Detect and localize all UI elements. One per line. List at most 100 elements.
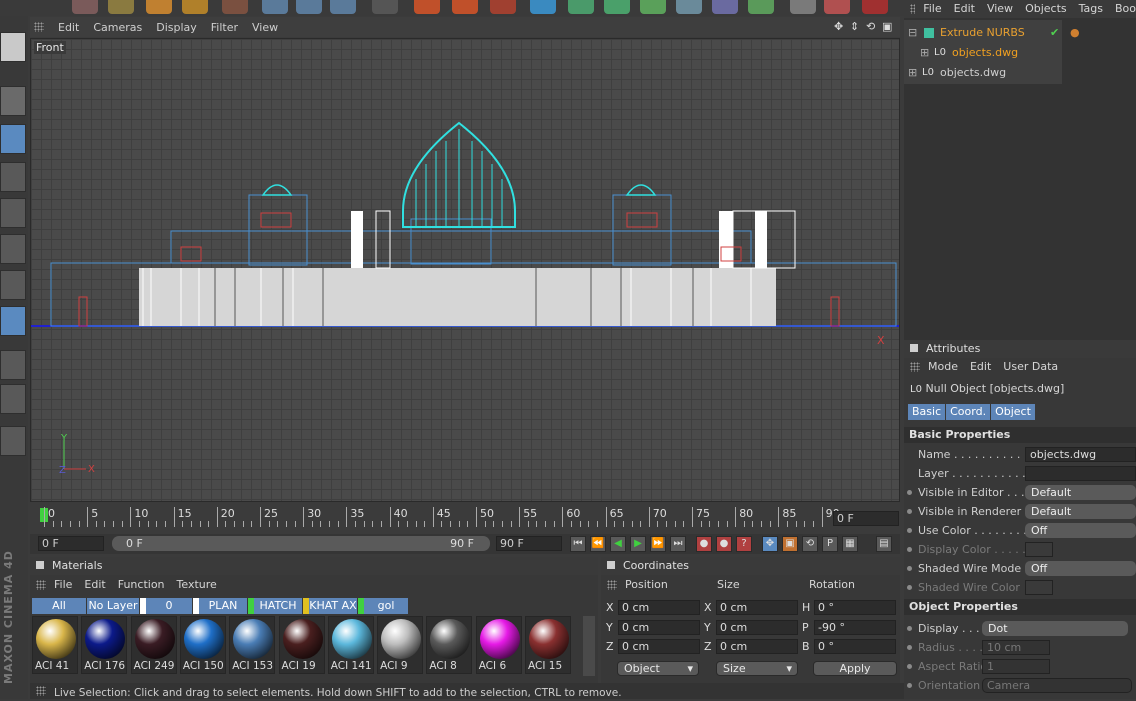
animate-dot-icon[interactable] <box>907 509 912 514</box>
coord-input[interactable]: 0 cm <box>618 600 700 615</box>
live-select-icon[interactable] <box>222 0 248 14</box>
materials-menu-edit[interactable]: Edit <box>84 575 105 595</box>
undo-tool-icon[interactable] <box>72 0 98 14</box>
texture-mode-icon[interactable] <box>0 86 26 116</box>
key-scale-icon[interactable]: ▣ <box>782 536 798 552</box>
animate-dot-icon[interactable] <box>907 490 912 495</box>
layout-icon[interactable] <box>862 0 888 14</box>
materials-menu-function[interactable]: Function <box>118 575 165 595</box>
timeline-window-icon[interactable]: ▤ <box>876 536 892 552</box>
animate-dot-icon[interactable] <box>907 664 912 669</box>
color-swatch[interactable] <box>1025 580 1053 595</box>
render-settings-icon[interactable] <box>490 0 516 14</box>
materials-menu-file[interactable]: File <box>54 575 72 595</box>
obj-menu-file[interactable]: File <box>923 0 941 18</box>
layer-tab-all[interactable]: All <box>32 598 86 614</box>
prop-value[interactable] <box>1025 466 1136 481</box>
tab-basic[interactable]: Basic <box>908 404 946 420</box>
tab-coord[interactable]: Coord. <box>946 404 991 420</box>
keyframe-help-icon[interactable]: ? <box>736 536 752 552</box>
menu-edit[interactable]: Edit <box>58 21 79 34</box>
attr-menu-mode[interactable]: Mode <box>928 358 958 376</box>
sculpt-icon[interactable] <box>0 426 26 456</box>
prop-value[interactable]: Off <box>1025 523 1136 538</box>
coord-input[interactable]: 0 cm <box>618 639 700 654</box>
x-axis-icon[interactable] <box>262 0 288 14</box>
layer-tab-hatch[interactable]: HATCH <box>248 598 302 614</box>
snap-icon[interactable] <box>0 384 26 414</box>
key-pla-icon[interactable]: ▦ <box>842 536 858 552</box>
layout-panel-icon[interactable] <box>0 32 26 62</box>
attr-menu-edit[interactable]: Edit <box>970 358 991 376</box>
material-swatch[interactable]: ACI 15 <box>525 616 571 674</box>
animate-dot-icon[interactable] <box>907 566 912 571</box>
coord-input[interactable]: 0 ° <box>814 600 896 615</box>
prop-value[interactable]: Default <box>1025 485 1136 500</box>
material-swatch[interactable]: ACI 141 <box>327 616 374 674</box>
next-key-icon[interactable]: ⏩ <box>650 536 666 552</box>
tree-item-objects-dwg[interactable]: ⊞ L0 objects.dwg <box>904 63 1136 83</box>
prev-key-icon[interactable]: ⏪ <box>590 536 606 552</box>
animate-dot-icon[interactable] <box>907 645 912 650</box>
material-swatch[interactable]: ACI 153 <box>229 616 276 674</box>
obj-menu-edit[interactable]: Edit <box>954 0 975 18</box>
coord-input[interactable]: 0 cm <box>618 619 700 635</box>
start-frame-field[interactable]: 0 F <box>38 536 104 551</box>
checker-icon[interactable] <box>0 350 26 380</box>
deformer-icon[interactable] <box>676 0 702 14</box>
enabled-check-icon[interactable]: ✔ <box>1050 23 1059 43</box>
prop-value[interactable]: 10 cm <box>982 640 1050 655</box>
layer-tab-gol[interactable]: gol <box>358 598 408 614</box>
go-start-icon[interactable]: ⏮ <box>570 536 586 552</box>
material-swatch[interactable]: ACI 19 <box>278 616 325 674</box>
pen-icon[interactable] <box>568 0 594 14</box>
material-swatch[interactable]: ACI 8 <box>426 616 473 674</box>
key-rotation-icon[interactable]: ⟲ <box>802 536 818 552</box>
rotate-tool-icon[interactable] <box>182 0 208 14</box>
tab-object[interactable]: Object <box>991 404 1035 420</box>
size-mode-dropdown[interactable]: Size ▾ <box>716 661 798 676</box>
go-end-icon[interactable]: ⏭ <box>670 536 686 552</box>
end-frame-field[interactable]: 90 F <box>496 536 562 551</box>
play-icon[interactable]: ▶ <box>630 536 646 552</box>
move-tool-icon[interactable] <box>108 0 134 14</box>
expand-icon[interactable]: ⊞ <box>908 63 917 83</box>
coord-input[interactable]: 0 ° <box>814 639 896 654</box>
material-swatch[interactable]: ACI 6 <box>475 616 522 674</box>
render-picture-icon[interactable] <box>452 0 478 14</box>
coord-input[interactable]: -90 ° <box>814 619 896 635</box>
tree-item-objects-dwg-child[interactable]: ⊞ L0 objects.dwg <box>904 43 1136 63</box>
materials-menu-texture[interactable]: Texture <box>177 575 217 595</box>
material-swatch[interactable]: ACI 9 <box>377 616 424 674</box>
material-tag-icon[interactable]: ● <box>1070 23 1080 43</box>
menu-view[interactable]: View <box>252 21 278 34</box>
world-coord-icon[interactable] <box>372 0 398 14</box>
material-swatch[interactable]: ACI 41 <box>32 616 78 674</box>
menu-filter[interactable]: Filter <box>211 21 238 34</box>
prop-value[interactable]: Off <box>1025 561 1136 576</box>
menu-cameras[interactable]: Cameras <box>93 21 142 34</box>
apply-button[interactable]: Apply <box>813 661 897 676</box>
scale-tool-icon[interactable] <box>146 0 172 14</box>
uvw-mode-icon[interactable] <box>0 306 26 336</box>
key-param-icon[interactable]: P <box>822 536 838 552</box>
layer-tab-khat-ax[interactable]: KHAT AX <box>303 598 357 614</box>
animate-dot-icon[interactable] <box>907 585 912 590</box>
animate-dot-icon[interactable] <box>907 683 912 688</box>
tree-item-extrude-nurbs[interactable]: ⊟ Extrude NURBS ✔ ● <box>904 23 1136 43</box>
attr-menu-user-data[interactable]: User Data <box>1003 358 1058 376</box>
camera-icon[interactable] <box>748 0 774 14</box>
edges-mode-icon[interactable] <box>0 234 26 264</box>
key-position-icon[interactable]: ✥ <box>762 536 778 552</box>
animate-dot-icon[interactable] <box>907 626 912 631</box>
collapse-icon[interactable]: ⊟ <box>908 23 917 43</box>
subdivision-icon[interactable] <box>604 0 630 14</box>
animate-dot-icon[interactable] <box>907 547 912 552</box>
polygons-mode-icon[interactable] <box>0 270 26 300</box>
cube-icon[interactable] <box>530 0 556 14</box>
prop-value[interactable]: objects.dwg <box>1025 447 1136 462</box>
obj-menu-objects[interactable]: Objects <box>1025 0 1067 18</box>
y-axis-icon[interactable] <box>296 0 322 14</box>
coord-input[interactable]: 0 cm <box>716 600 798 615</box>
layer-tab-plan[interactable]: PLAN <box>193 598 247 614</box>
